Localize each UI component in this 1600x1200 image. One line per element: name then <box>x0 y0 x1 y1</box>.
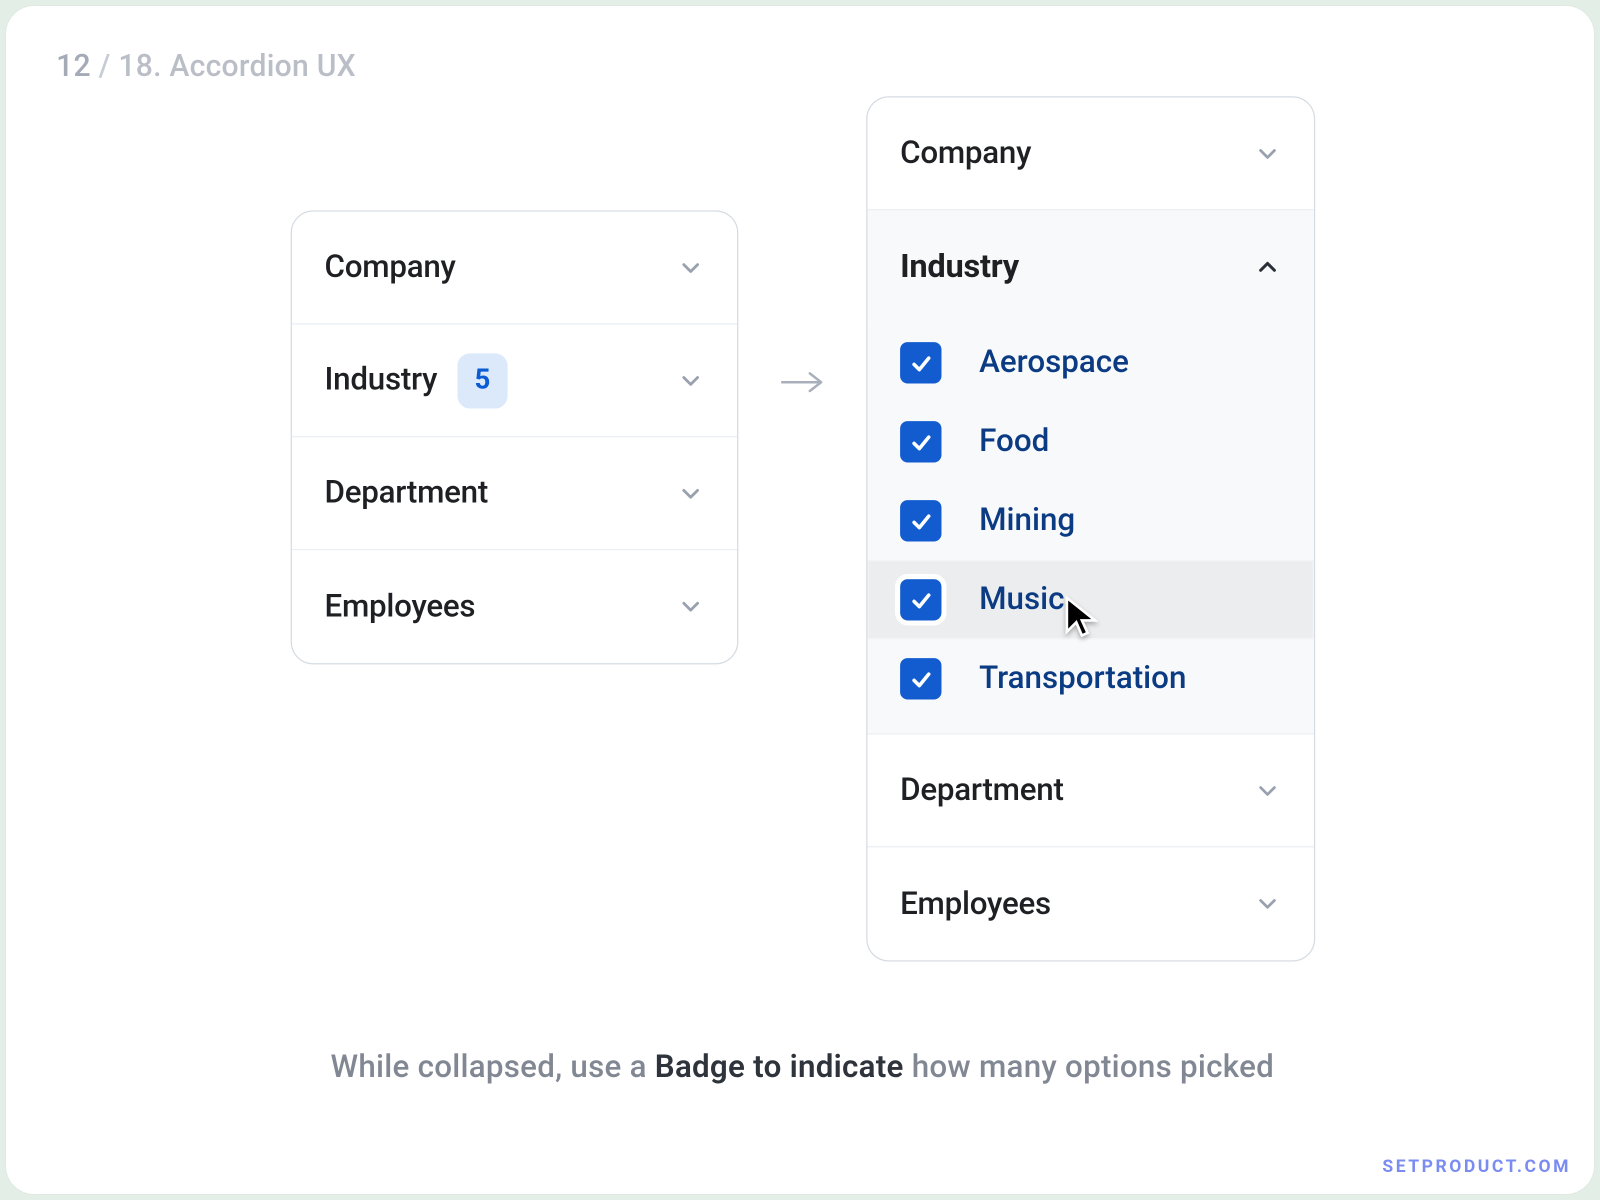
chevron-down-icon <box>677 479 705 507</box>
option-food[interactable]: Food <box>867 402 1313 481</box>
accordion-label: Industry <box>900 248 1019 286</box>
accordion-label: Company <box>900 135 1031 171</box>
accordion-label: Industry <box>325 362 438 398</box>
count-badge: 5 <box>457 353 507 408</box>
accordion-label: Employees <box>900 886 1051 922</box>
accordion-item-company[interactable]: Company <box>867 98 1313 211</box>
page-title: Accordion UX <box>169 49 355 84</box>
caption-bold: Badge to indicate <box>655 1049 904 1085</box>
page-total: 18 <box>118 49 153 84</box>
checkbox-checked-icon[interactable] <box>900 500 941 541</box>
option-music[interactable]: Music <box>867 560 1313 639</box>
accordion-options: Aerospace Food Mining <box>867 323 1313 734</box>
arrow-right-icon <box>780 367 828 402</box>
option-aerospace[interactable]: Aerospace <box>867 323 1313 402</box>
option-mining[interactable]: Mining <box>867 481 1313 560</box>
accordion-item-company[interactable]: Company <box>292 212 737 325</box>
accordion-item-industry[interactable]: Industry <box>867 210 1313 323</box>
accordion-collapsed: Company Industry 5 Department <box>291 210 739 664</box>
accordion-label: Department <box>900 772 1064 808</box>
caption-pre: While collapsed, use a <box>331 1049 655 1085</box>
option-label: Transportation <box>979 661 1186 697</box>
page-current: 12 <box>56 49 91 84</box>
option-transportation[interactable]: Transportation <box>867 639 1313 718</box>
accordion-expanded: Company Industry Aerospace <box>866 96 1315 961</box>
option-label: Mining <box>979 503 1075 539</box>
accordion-item-department[interactable]: Department <box>867 735 1313 848</box>
accordion-item-employees[interactable]: Employees <box>867 847 1313 960</box>
checkbox-checked-icon[interactable] <box>900 421 941 462</box>
accordion-item-industry[interactable]: Industry 5 <box>292 325 737 438</box>
option-label: Aerospace <box>979 345 1129 381</box>
caption: While collapsed, use a Badge to indicate… <box>6 1049 1594 1085</box>
accordion-label: Company <box>325 249 456 285</box>
chevron-down-icon <box>1254 890 1282 918</box>
option-label: Food <box>979 424 1049 460</box>
checkbox-checked-icon[interactable] <box>900 658 941 699</box>
chevron-down-icon <box>677 367 705 395</box>
breadcrumb: 12 / 18. Accordion UX <box>56 49 356 84</box>
brand-label: SETPRODUCT.COM <box>1382 1157 1571 1177</box>
option-label: Music <box>979 582 1064 618</box>
checkbox-checked-icon[interactable] <box>900 342 941 383</box>
accordion-label: Department <box>325 475 489 511</box>
accordion-label: Employees <box>325 588 476 624</box>
page-separator: / <box>99 49 119 84</box>
chevron-down-icon <box>1254 777 1282 805</box>
chevron-down-icon <box>677 254 705 282</box>
chevron-up-icon <box>1254 253 1282 281</box>
page-title-sep: . <box>153 49 169 84</box>
chevron-down-icon <box>677 593 705 621</box>
accordion-item-department[interactable]: Department <box>292 437 737 550</box>
chevron-down-icon <box>1254 140 1282 168</box>
caption-post: how many options picked <box>904 1049 1274 1085</box>
accordion-item-employees[interactable]: Employees <box>292 550 737 663</box>
checkbox-checked-icon[interactable] <box>900 579 941 620</box>
